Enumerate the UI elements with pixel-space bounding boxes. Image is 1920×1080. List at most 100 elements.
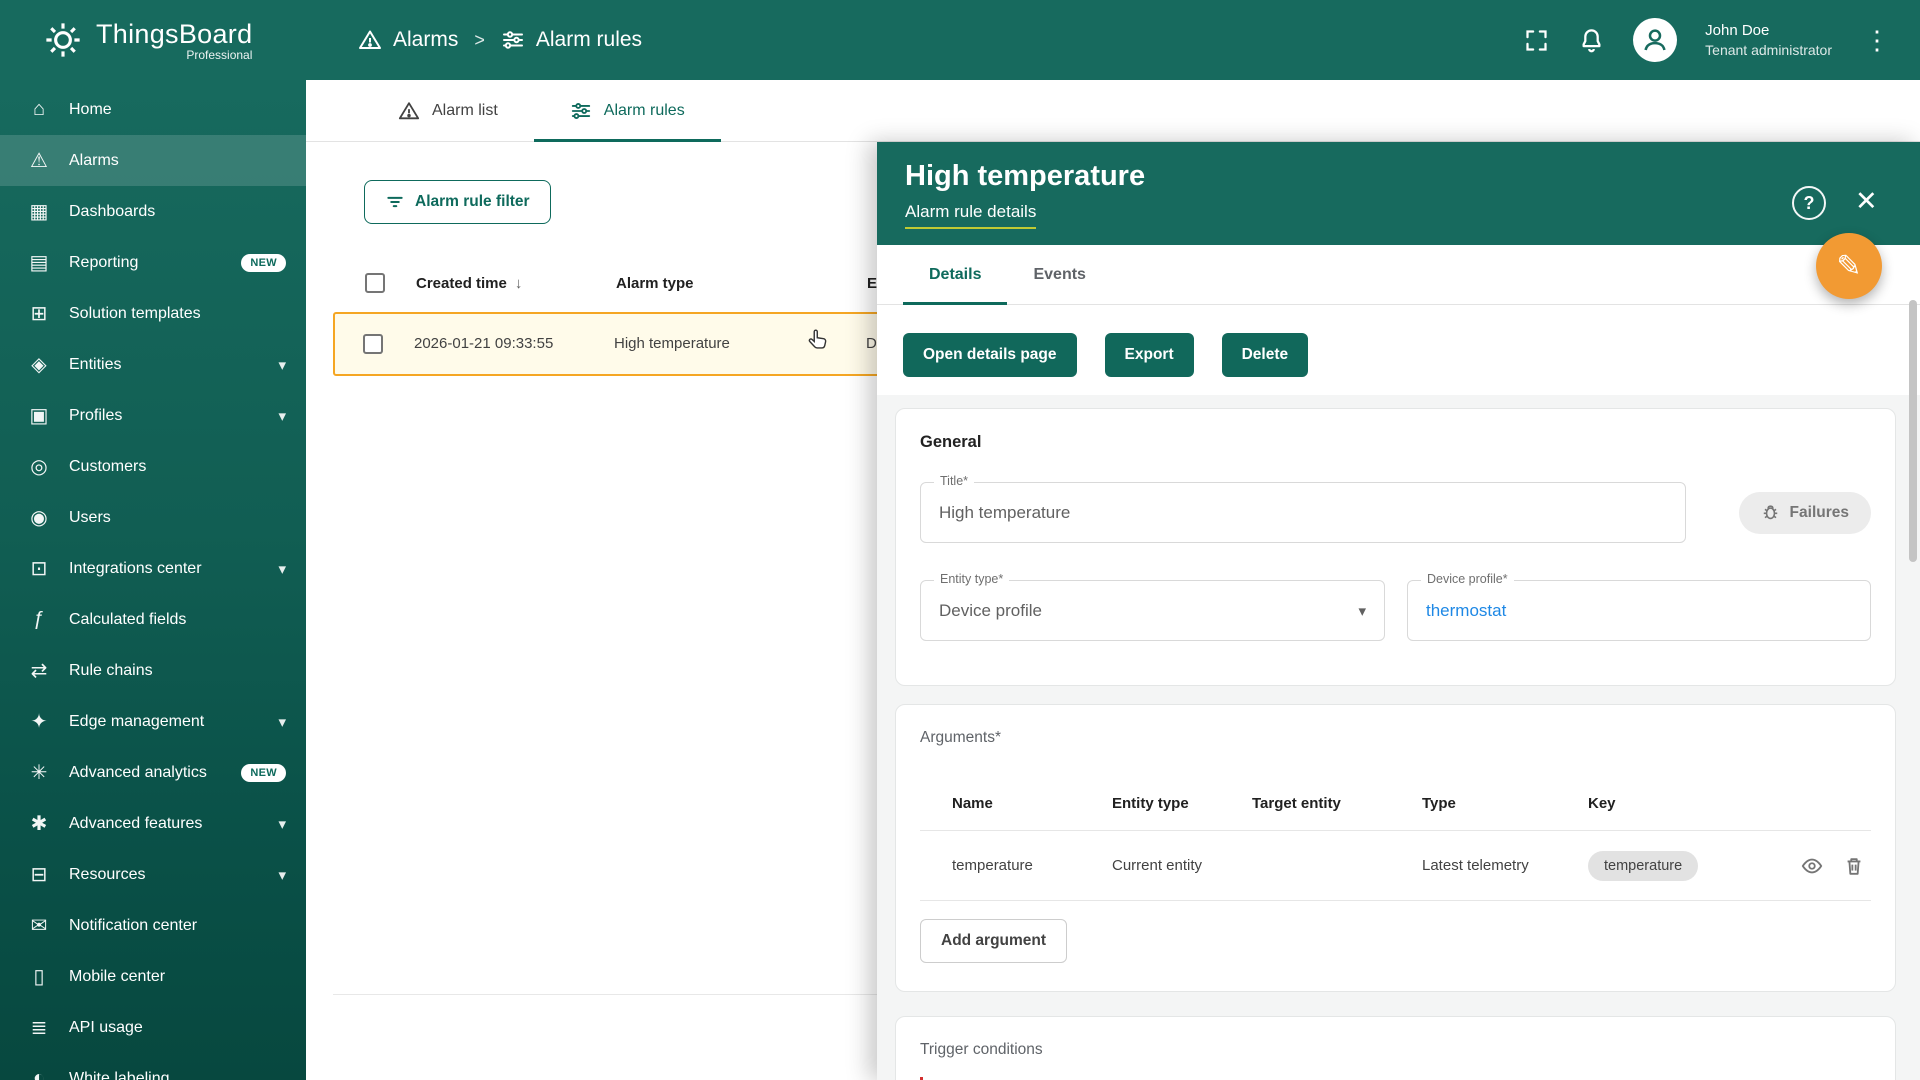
alarm-rule-filter-button[interactable]: Alarm rule filter bbox=[364, 180, 551, 224]
customers-icon: ◎ bbox=[26, 454, 52, 479]
sidebar-item-alarms[interactable]: ⚠ Alarms bbox=[0, 135, 306, 186]
details-panel-subtitle[interactable]: Alarm rule details bbox=[905, 202, 1036, 229]
panel-scrollbar[interactable] bbox=[1909, 300, 1917, 562]
kebab-menu-icon[interactable]: ⋮ bbox=[1860, 23, 1894, 57]
eye-icon[interactable] bbox=[1801, 855, 1823, 877]
open-details-page-button[interactable]: Open details page bbox=[903, 333, 1077, 377]
sidebar-item-solution-templates[interactable]: ⊞ Solution templates bbox=[0, 288, 306, 339]
advanced-analytics-icon: ✳ bbox=[26, 760, 52, 785]
cell-name: temperature bbox=[952, 857, 1112, 874]
arguments-heading: Arguments* bbox=[920, 729, 1871, 747]
sidebar-item-label: Users bbox=[69, 509, 286, 527]
sidebar-item-reporting[interactable]: ▤ Reporting NEW bbox=[0, 237, 306, 288]
sidebar-item-calculated-fields[interactable]: ƒ Calculated fields bbox=[0, 594, 306, 645]
arguments-card: Arguments* Name Entity type Target entit… bbox=[895, 704, 1896, 992]
entity-type-select[interactable]: Entity type* Device profile ▾ bbox=[920, 580, 1385, 641]
chevron-down-icon: ▾ bbox=[278, 815, 286, 833]
sidebar-item-entities[interactable]: ◈ Entities ▾ bbox=[0, 339, 306, 390]
failures-button[interactable]: Failures bbox=[1739, 492, 1871, 534]
mobile-center-icon: ▯ bbox=[26, 964, 52, 989]
sidebar-item-customers[interactable]: ◎ Customers bbox=[0, 441, 306, 492]
main-tabbar: Alarm list Alarm rules bbox=[306, 80, 1920, 142]
tab-alarm-list[interactable]: Alarm list bbox=[362, 80, 534, 141]
failures-button-label: Failures bbox=[1790, 504, 1849, 522]
trash-icon[interactable] bbox=[1843, 855, 1865, 877]
column-header-target-entity: Target entity bbox=[1252, 795, 1422, 812]
rule-chains-icon: ⇄ bbox=[26, 658, 52, 683]
general-row-title: Title* High temperature Failures bbox=[920, 482, 1871, 543]
sidebar-item-mobile-center[interactable]: ▯ Mobile center bbox=[0, 951, 306, 1002]
row-checkbox[interactable] bbox=[363, 334, 383, 354]
title-field-label: Title* bbox=[934, 474, 974, 488]
tab-label: Alarm rules bbox=[604, 102, 685, 120]
alarms-icon: ⚠ bbox=[26, 148, 52, 173]
sidebar-item-rule-chains[interactable]: ⇄ Rule chains bbox=[0, 645, 306, 696]
advanced-features-icon: ✱ bbox=[26, 811, 52, 836]
tab-label: Alarm list bbox=[432, 102, 498, 120]
sidebar-item-label: Advanced features bbox=[69, 815, 261, 833]
tab-alarm-rules[interactable]: Alarm rules bbox=[534, 80, 721, 141]
sidebar-item-white-labeling[interactable]: ◐ White labeling bbox=[0, 1053, 306, 1080]
sidebar-item-users[interactable]: ◉ Users bbox=[0, 492, 306, 543]
trigger-conditions-heading: Trigger conditions bbox=[920, 1041, 1871, 1059]
tab-label: Events bbox=[1033, 266, 1085, 284]
general-heading: General bbox=[920, 433, 1871, 452]
sidebar-item-advanced-analytics[interactable]: ✳ Advanced analytics NEW bbox=[0, 747, 306, 798]
column-header-created-time[interactable]: Created time ↓ bbox=[416, 275, 522, 292]
sidebar-item-integrations-center[interactable]: ⊡ Integrations center ▾ bbox=[0, 543, 306, 594]
entities-icon: ◈ bbox=[26, 352, 52, 377]
thingsboard-logo[interactable]: ThingsBoard Professional bbox=[0, 19, 306, 62]
add-argument-button[interactable]: Add argument bbox=[920, 919, 1067, 963]
sidebar-item-resources[interactable]: ⊟ Resources ▾ bbox=[0, 849, 306, 900]
list-footer-divider bbox=[333, 994, 899, 995]
sidebar-nav: ⌂ Home ⚠ Alarms ▦ Dashboards ▤ Reporting… bbox=[0, 80, 306, 1080]
users-icon: ◉ bbox=[26, 505, 52, 530]
sidebar-item-label: Profiles bbox=[69, 407, 261, 425]
notifications-bell-icon[interactable] bbox=[1578, 27, 1605, 54]
sidebar-item-profiles[interactable]: ▣ Profiles ▾ bbox=[0, 390, 306, 441]
user-info: John Doe Tenant administrator bbox=[1705, 21, 1832, 59]
breadcrumb-alarm-rules[interactable]: Alarm rules bbox=[501, 28, 642, 52]
new-badge: NEW bbox=[241, 254, 286, 272]
key-chip: temperature bbox=[1588, 851, 1698, 881]
delete-button[interactable]: Delete bbox=[1222, 333, 1309, 377]
title-field[interactable]: Title* High temperature bbox=[920, 482, 1686, 543]
sidebar-item-label: Mobile center bbox=[69, 968, 286, 986]
tab-details[interactable]: Details bbox=[903, 245, 1007, 304]
thingsboard-logo-icon bbox=[42, 19, 84, 61]
edit-fab-button[interactable]: ✎ bbox=[1816, 233, 1882, 299]
sidebar-item-label: Dashboards bbox=[69, 203, 286, 221]
export-button[interactable]: Export bbox=[1105, 333, 1194, 377]
tab-events[interactable]: Events bbox=[1007, 245, 1111, 304]
profiles-icon: ▣ bbox=[26, 403, 52, 428]
close-icon[interactable]: ✕ bbox=[1855, 188, 1878, 215]
sidebar-item-label: Resources bbox=[69, 866, 261, 884]
general-row-entity: Entity type* Device profile ▾ Device pro… bbox=[920, 580, 1871, 641]
sidebar-item-advanced-features[interactable]: ✱ Advanced features ▾ bbox=[0, 798, 306, 849]
warning-icon bbox=[358, 28, 382, 52]
breadcrumb-alarms[interactable]: Alarms bbox=[358, 28, 458, 52]
new-badge: NEW bbox=[241, 764, 286, 782]
help-icon[interactable]: ? bbox=[1792, 186, 1826, 220]
warning-icon bbox=[398, 100, 420, 122]
sidebar-item-label: Calculated fields bbox=[69, 611, 286, 629]
sidebar-item-edge-management[interactable]: ✦ Edge management ▾ bbox=[0, 696, 306, 747]
sidebar-item-label: API usage bbox=[69, 1019, 286, 1037]
sidebar-item-notification-center[interactable]: ✉ Notification center bbox=[0, 900, 306, 951]
home-icon: ⌂ bbox=[26, 98, 52, 121]
column-header-label: Created time bbox=[416, 275, 507, 292]
breadcrumb-label: Alarm rules bbox=[536, 28, 642, 52]
sidebar-item-label: Entities bbox=[69, 356, 261, 374]
user-avatar[interactable] bbox=[1633, 18, 1677, 62]
sidebar-item-api-usage[interactable]: ≣ API usage bbox=[0, 1002, 306, 1053]
person-icon bbox=[1640, 25, 1670, 55]
select-all-checkbox[interactable] bbox=[365, 273, 385, 293]
sidebar-item-home[interactable]: ⌂ Home bbox=[0, 84, 306, 135]
sidebar-item-dashboards[interactable]: ▦ Dashboards bbox=[0, 186, 306, 237]
sidebar-item-label: Alarms bbox=[69, 152, 286, 170]
column-header-alarm-type[interactable]: Alarm type bbox=[616, 275, 694, 292]
device-profile-field[interactable]: Device profile* thermostat bbox=[1407, 580, 1871, 641]
device-profile-value[interactable]: thermostat bbox=[1426, 601, 1506, 621]
column-header-type: Type bbox=[1422, 795, 1588, 812]
fullscreen-icon[interactable] bbox=[1523, 27, 1550, 54]
